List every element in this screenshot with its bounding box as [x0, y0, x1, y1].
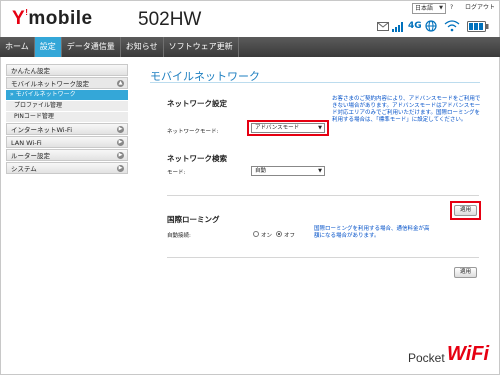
sidebar-item-router[interactable]: ルーター設定 ▶ — [6, 149, 128, 161]
nav-notifications[interactable]: お知らせ — [121, 37, 164, 57]
network-type: 4G — [408, 21, 422, 31]
help-link[interactable]: ? — [450, 3, 453, 13]
apply-button[interactable]: 適用 — [454, 205, 477, 216]
help-icon: ? — [450, 4, 454, 11]
network-mode-label: ネットワークモード: — [167, 129, 219, 135]
logout-link[interactable]: ログアウト — [465, 3, 495, 13]
chevron-right-icon: ▶ — [117, 139, 124, 146]
roaming-on-label: オン — [261, 233, 273, 239]
sidebar-item-label: LAN Wi-Fi — [11, 139, 42, 147]
search-mode-select[interactable]: 自動 ▼ — [251, 166, 325, 176]
wifi-status-icon — [442, 17, 464, 35]
sidebar-item-mobile-network[interactable]: モバイルネットワーク設定 ▲ — [6, 77, 128, 89]
roaming-off-radio[interactable] — [276, 231, 282, 237]
sidebar: かんたん設定 モバイルネットワーク設定 ▲ » モバイルネットワーク プロファイ… — [6, 64, 128, 175]
signal-icon — [392, 17, 406, 35]
network-mode-value: アドバンスモード — [255, 125, 300, 131]
sidebar-sub-pin[interactable]: PINコード管理 — [6, 112, 128, 122]
chevron-up-icon: ▲ — [117, 80, 124, 87]
network-settings-heading: ネットワーク設定 — [167, 99, 227, 108]
sidebar-item-label: ルーター設定 — [11, 152, 50, 160]
sidebar-item-quick-setup[interactable]: かんたん設定 — [6, 64, 128, 76]
sidebar-sub-profile[interactable]: プロファイル管理 — [6, 101, 128, 111]
roaming-on-radio[interactable] — [253, 231, 259, 237]
auto-connect-label: 自動接続: — [167, 233, 191, 239]
sidebar-item-lan-wifi[interactable]: LAN Wi-Fi ▶ — [6, 136, 128, 148]
brand-logo-y: Y — [12, 8, 26, 29]
language-select[interactable]: 日本語 ▼ — [412, 3, 446, 14]
sms-icon[interactable] — [377, 17, 391, 35]
globe-icon — [425, 17, 439, 35]
brand-logo-name: mobile — [28, 8, 93, 29]
section-divider — [167, 195, 479, 196]
pocket-wifi-logo-text: Pocket — [408, 351, 445, 365]
pocket-wifi-logo-mark: WiFi — [447, 343, 490, 365]
sidebar-item-label: システム — [11, 165, 37, 173]
language-value: 日本語 — [415, 5, 434, 12]
sidebar-item-label: モバイルネットワーク設定 — [11, 80, 89, 88]
sidebar-item-label: インターネットWi-Fi — [11, 126, 73, 134]
nav-software-update[interactable]: ソフトウェア更新 — [164, 37, 239, 57]
main-nav: ホーム 設定 データ通信量 お知らせ ソフトウェア更新 — [0, 37, 500, 57]
network-search-heading: ネットワーク検索 — [167, 154, 227, 163]
chevron-right-icon: ▶ — [117, 165, 124, 172]
advanced-mode-note: お客さまのご契約内容により、アドバンスモードをご利用できない場合があります。アド… — [332, 96, 481, 123]
roaming-off-label: オフ — [284, 233, 296, 239]
chevron-right-icon: ▶ — [117, 126, 124, 133]
search-mode-value: 自動 — [255, 168, 267, 174]
roaming-note: 国際ローミングを利用する場合、通信料金が高額になる場合があります。 — [314, 226, 430, 239]
nav-settings[interactable]: 設定 — [34, 37, 62, 57]
chevron-right-icon: ▶ — [117, 152, 124, 159]
sidebar-item-internet-wifi[interactable]: インターネットWi-Fi ▶ — [6, 123, 128, 135]
title-divider — [150, 82, 480, 83]
chevron-down-icon: ▼ — [318, 168, 322, 174]
network-mode-select[interactable]: アドバンスモード ▼ — [251, 123, 325, 133]
nav-data-usage[interactable]: データ通信量 — [62, 37, 121, 57]
sidebar-item-label: かんたん設定 — [11, 67, 50, 75]
brand-logo: Y!mobile — [12, 8, 93, 30]
chevron-down-icon: ▼ — [318, 125, 322, 131]
search-mode-label: モード: — [167, 170, 186, 176]
device-model: 502HW — [138, 9, 202, 30]
roaming-heading: 国際ローミング — [167, 215, 220, 224]
apply-button-2[interactable]: 適用 — [454, 267, 477, 278]
sidebar-sub-mobile-network[interactable]: » モバイルネットワーク — [6, 90, 128, 100]
nav-home[interactable]: ホーム — [0, 37, 35, 57]
chevron-down-icon: ▼ — [439, 5, 443, 11]
battery-icon — [467, 17, 491, 35]
sidebar-item-system[interactable]: システム ▶ — [6, 162, 128, 174]
section-divider — [167, 257, 479, 258]
